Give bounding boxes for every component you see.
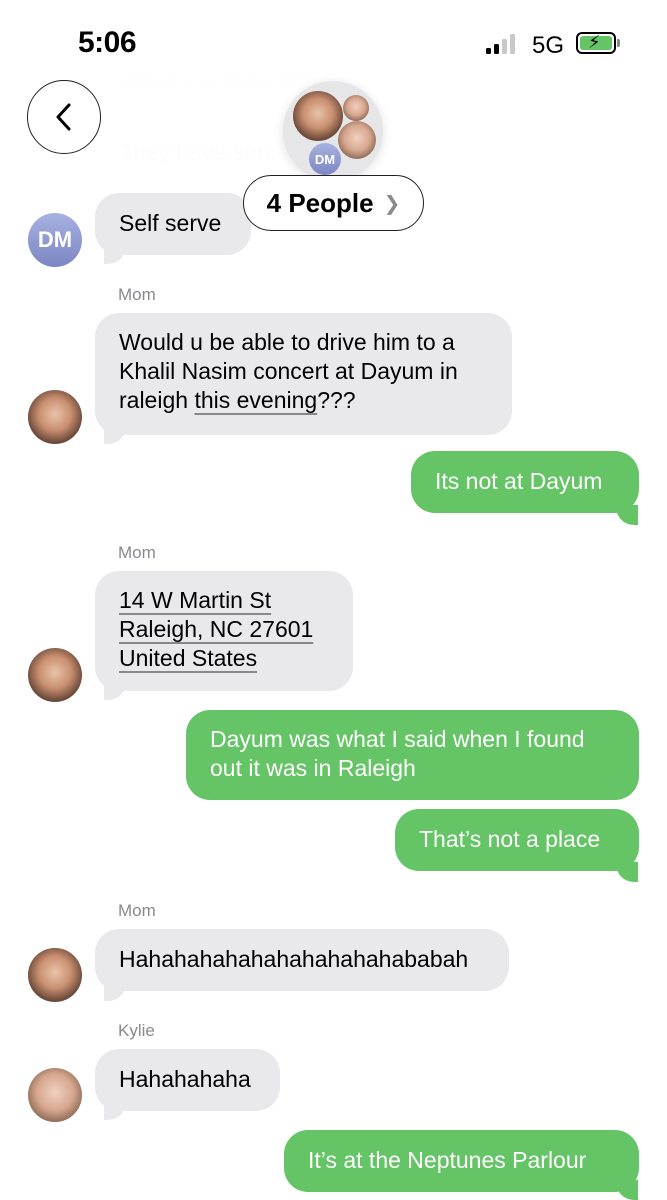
- group-name-button[interactable]: 4 People ❯: [243, 175, 424, 231]
- message-text: raleigh: [119, 387, 195, 413]
- battery-icon: ⚡: [576, 32, 616, 54]
- address-link[interactable]: United States: [119, 644, 329, 673]
- group-avatar-cluster[interactable]: DM: [283, 81, 383, 181]
- message-text: raleigh this evening???: [119, 386, 488, 415]
- avatar: [343, 95, 369, 121]
- message-bubble[interactable]: Hahahahahahahahahahahababah: [95, 929, 509, 991]
- chevron-left-icon: [56, 103, 71, 131]
- avatar: [338, 121, 376, 159]
- address-link[interactable]: 14 W Martin St: [119, 586, 329, 615]
- message-text: Would u be able to drive him to a: [119, 329, 455, 355]
- message-text: Dayum was what I said when I found: [210, 726, 585, 752]
- signal-icon: [486, 34, 522, 54]
- back-button[interactable]: [27, 80, 101, 154]
- message-bubble[interactable]: Would u be able to drive him to a Khalil…: [95, 313, 512, 435]
- avatar[interactable]: DM: [28, 213, 82, 267]
- message-bubble[interactable]: They have some drinks: [95, 124, 445, 182]
- avatar: [293, 91, 343, 141]
- avatar: DM: [309, 143, 341, 175]
- message-text: out it was in Raleigh: [210, 755, 416, 781]
- address-link[interactable]: Raleigh, NC 27601: [119, 615, 329, 644]
- group-name-label: 4 People: [266, 187, 374, 218]
- message-bubble[interactable]: 14 W Martin St Raleigh, NC 27601 United …: [95, 571, 353, 691]
- sender-label: Mom: [118, 285, 156, 304]
- date-link[interactable]: this evening: [194, 387, 317, 413]
- message-bubble[interactable]: Self serve: [95, 193, 251, 255]
- sender-label: Kylie: [118, 1021, 155, 1040]
- avatar[interactable]: [28, 648, 82, 702]
- chevron-right-icon: ❯: [383, 192, 401, 215]
- network-label: 5G: [532, 32, 565, 59]
- sender-label: Mom: [118, 901, 156, 920]
- message-text: ???: [317, 387, 356, 413]
- avatar[interactable]: [28, 390, 82, 444]
- message-bubble[interactable]: That’s not a place: [395, 809, 639, 871]
- message-bubble[interactable]: Its not at Dayum: [411, 451, 639, 513]
- sender-label: Mom: [118, 543, 156, 562]
- message-text: Khalil Nasim concert at Dayum in: [119, 358, 458, 384]
- avatar[interactable]: [28, 1068, 82, 1122]
- avatar[interactable]: [28, 948, 82, 1002]
- battery-tip: [617, 39, 620, 47]
- message-bubble[interactable]: Dayum was what I said when I found out i…: [186, 710, 639, 800]
- message-bubble[interactable]: It’s at the Neptunes Parlour: [284, 1130, 639, 1192]
- status-time: 5:06: [78, 26, 137, 59]
- message-bubble[interactable]: Hahahahaha: [95, 1049, 280, 1111]
